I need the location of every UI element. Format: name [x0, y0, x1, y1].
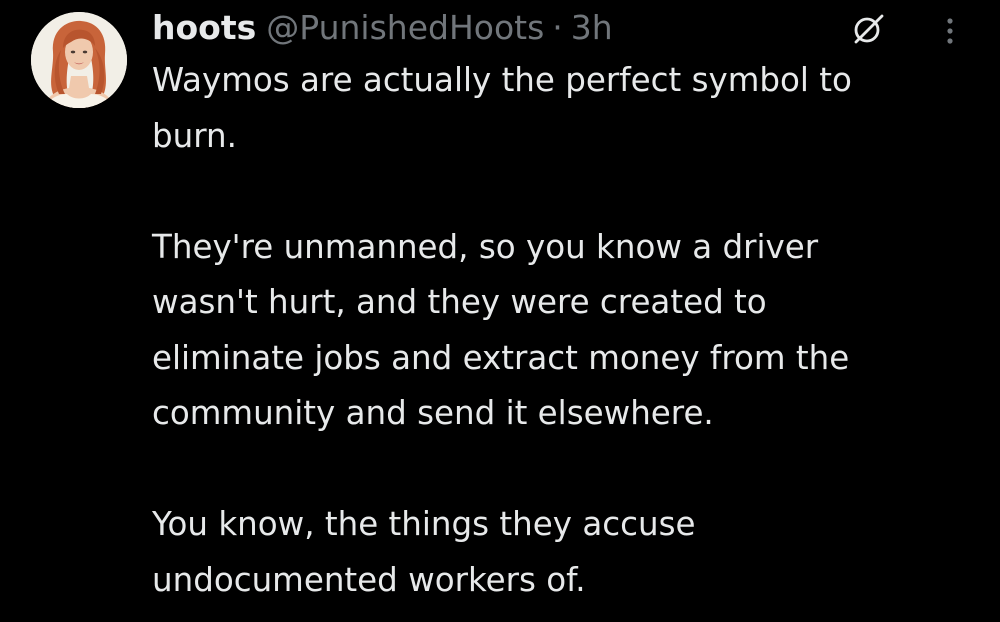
- timestamp[interactable]: 3h: [571, 2, 613, 54]
- tweet-line: Waymos are actually the perfect symbol t…: [152, 61, 852, 99]
- avatar-image: [31, 12, 127, 108]
- user-handle[interactable]: @PunishedHoots: [266, 2, 544, 54]
- tweet-line: undocumented workers of.: [152, 560, 586, 599]
- display-name[interactable]: hoots: [152, 2, 256, 54]
- tweet-paragraph: They're unmanned, so you know a driver w…: [152, 220, 982, 442]
- tweet-line: wasn't hurt, and they were created to: [152, 283, 767, 321]
- tweet-line: You know, the things they accuse: [152, 505, 696, 543]
- tweet-paragraph: Waymos are actually the perfect symbol t…: [152, 53, 982, 164]
- tweet-paragraph: You know, the things they accuse undocum…: [152, 497, 982, 608]
- tweet-text: Waymos are actually the perfect symbol t…: [152, 53, 982, 608]
- tweet-header: hoots @PunishedHoots · 3h: [152, 2, 613, 54]
- tweet[interactable]: hoots @PunishedHoots · 3h Waymos are act…: [0, 0, 1000, 622]
- more-vertical-icon[interactable]: [940, 12, 960, 48]
- tweet-line: burn.: [152, 116, 237, 155]
- grok-icon[interactable]: [850, 11, 886, 47]
- tweet-line: community and send it elsewhere.: [152, 394, 714, 432]
- tweet-line: They're unmanned, so you know a driver: [152, 227, 819, 266]
- tweet-line: eliminate jobs and extract money from th…: [152, 338, 850, 377]
- separator-dot: ·: [552, 8, 563, 47]
- avatar[interactable]: [31, 12, 127, 108]
